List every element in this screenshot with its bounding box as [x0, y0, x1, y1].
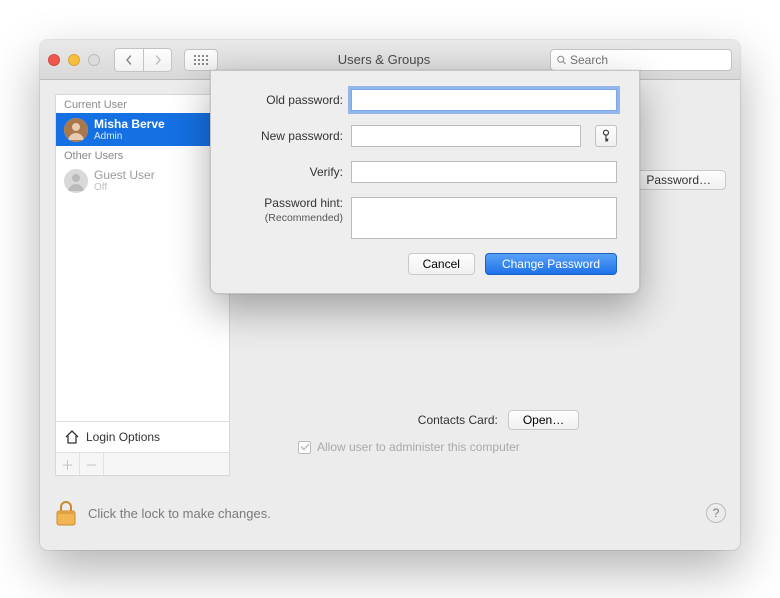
login-options-label: Login Options — [86, 430, 160, 444]
sidebar-item-guest-user[interactable]: Guest User Off — [56, 164, 229, 197]
search-input[interactable] — [570, 53, 725, 67]
section-label-current: Current User — [56, 95, 229, 113]
add-user-button[interactable]: ＋ — [56, 453, 80, 475]
current-user-role: Admin — [94, 131, 165, 142]
login-options-button[interactable]: Login Options — [56, 421, 229, 452]
cancel-button[interactable]: Cancel — [408, 253, 475, 275]
admin-checkbox-row: Allow user to administer this computer — [298, 440, 520, 454]
minimize-window-icon[interactable] — [68, 54, 80, 66]
avatar-guest-icon — [64, 169, 88, 193]
section-label-other: Other Users — [56, 146, 229, 164]
avatar — [64, 118, 88, 142]
search-icon — [557, 54, 566, 66]
window-title: Users & Groups — [226, 52, 542, 67]
show-all-button[interactable] — [184, 49, 218, 71]
search-field[interactable] — [550, 49, 732, 71]
change-password-button[interactable]: Password… — [631, 170, 726, 190]
forward-button[interactable] — [143, 49, 171, 71]
home-icon — [64, 429, 80, 445]
key-icon — [601, 129, 611, 143]
guest-user-status: Off — [94, 182, 155, 193]
password-hint-input[interactable] — [351, 197, 617, 239]
old-password-label: Old password: — [233, 93, 343, 107]
old-password-input[interactable] — [351, 89, 617, 111]
footer: Click the lock to make changes. ? — [54, 490, 726, 536]
zoom-window-icon — [88, 54, 100, 66]
current-user-name: Misha Berve — [94, 117, 165, 131]
add-remove-bar: ＋ － — [56, 452, 229, 475]
sidebar-item-current-user[interactable]: Misha Berve Admin — [56, 113, 229, 146]
help-button[interactable]: ? — [706, 503, 726, 523]
open-contacts-button[interactable]: Open… — [508, 410, 579, 430]
window-controls — [48, 54, 100, 66]
lock-icon[interactable] — [54, 499, 78, 527]
contacts-card-row: Contacts Card: Open… — [275, 410, 722, 430]
change-password-sheet: Old password: New password: Verify: Pass… — [210, 70, 640, 294]
guest-user-name: Guest User — [94, 168, 155, 182]
new-password-label: New password: — [233, 129, 343, 143]
verify-password-input[interactable] — [351, 161, 617, 183]
admin-checkbox-label: Allow user to administer this computer — [317, 440, 520, 454]
password-assistant-button[interactable] — [595, 125, 617, 147]
new-password-input[interactable] — [351, 125, 581, 147]
back-button[interactable] — [115, 49, 143, 71]
preferences-window: Users & Groups Current User Misha Berve … — [40, 40, 740, 550]
admin-checkbox — [298, 441, 311, 454]
nav-back-forward — [114, 48, 172, 72]
password-hint-label: Password hint: (Recommended) — [233, 197, 343, 225]
remove-user-button[interactable]: － — [80, 453, 104, 475]
contacts-card-label: Contacts Card: — [418, 413, 498, 427]
check-icon — [300, 442, 310, 452]
close-window-icon[interactable] — [48, 54, 60, 66]
verify-password-label: Verify: — [233, 165, 343, 179]
users-sidebar: Current User Misha Berve Admin Other Use… — [55, 94, 230, 476]
lock-text: Click the lock to make changes. — [88, 506, 271, 521]
change-password-submit[interactable]: Change Password — [485, 253, 617, 275]
